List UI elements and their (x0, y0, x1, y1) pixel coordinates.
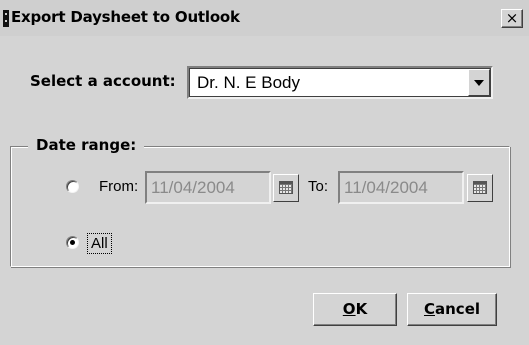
account-select[interactable]: Dr. N. E Body (187, 66, 493, 99)
dialog-title: Export Daysheet to Outlook (11, 8, 240, 26)
export-dialog: Export Daysheet to Outlook × Select a ac… (0, 0, 529, 345)
app-icon (3, 10, 9, 27)
radio-selected-dot (70, 240, 75, 245)
calendar-icon (279, 181, 293, 194)
cancel-mnemonic: C (423, 300, 435, 318)
cancel-label-rest: ancel (435, 300, 481, 318)
radio-from[interactable] (66, 180, 79, 193)
calendar-icon (473, 181, 487, 194)
all-label[interactable]: All (87, 233, 112, 254)
date-range-group (10, 146, 510, 267)
account-label: Select a account: (30, 72, 176, 90)
from-date-value: 11/04/2004 (151, 178, 235, 197)
from-calendar-button[interactable] (273, 174, 299, 202)
account-selected-value: Dr. N. E Body (197, 73, 300, 92)
to-label: To: (308, 178, 329, 195)
ok-button[interactable]: OK (313, 293, 397, 326)
to-date-field[interactable]: 11/04/2004 (338, 171, 464, 204)
close-button[interactable]: × (501, 9, 523, 28)
from-label[interactable]: From: (99, 178, 138, 195)
date-range-label: Date range: (28, 136, 145, 154)
cancel-button[interactable]: Cancel (407, 293, 497, 326)
ok-mnemonic: O (342, 300, 356, 318)
title-bar[interactable]: Export Daysheet to Outlook × (0, 0, 529, 36)
radio-all[interactable] (66, 236, 79, 249)
to-calendar-button[interactable] (467, 174, 493, 202)
from-date-field[interactable]: 11/04/2004 (145, 171, 271, 204)
chevron-down-icon[interactable] (468, 69, 490, 96)
to-date-value: 11/04/2004 (344, 178, 428, 197)
ok-label-rest: K (355, 300, 368, 318)
